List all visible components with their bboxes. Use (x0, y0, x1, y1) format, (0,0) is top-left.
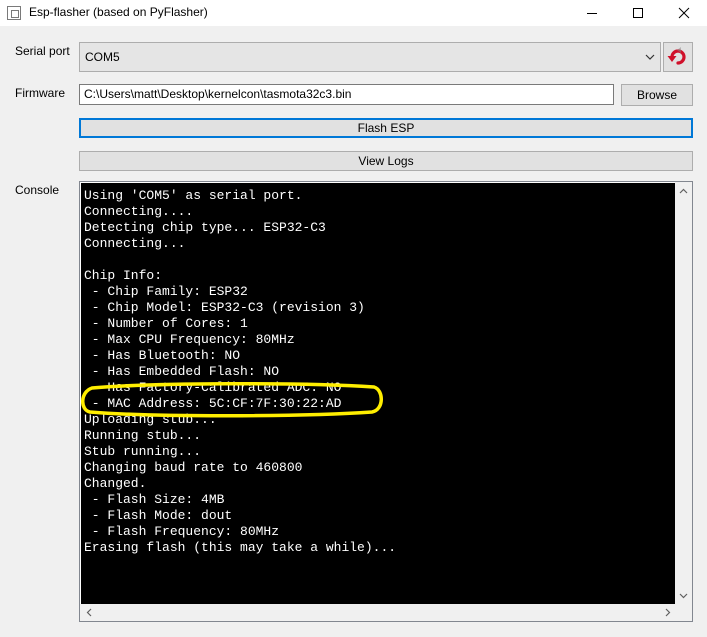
console-label: Console (15, 183, 60, 197)
console-line: - Has Embedded Flash: NO (84, 364, 280, 379)
chevron-left-icon (86, 608, 91, 617)
scroll-right-button[interactable] (659, 604, 676, 621)
scroll-left-button[interactable] (80, 604, 97, 621)
console-line: Running stub... (84, 428, 202, 443)
horizontal-scrollbar[interactable] (80, 604, 676, 621)
serial-port-select[interactable]: COM5 (79, 42, 661, 72)
chevron-down-icon (645, 54, 655, 60)
flash-esp-button[interactable]: Flash ESP (79, 118, 693, 138)
browse-button[interactable]: Browse (621, 84, 693, 106)
chevron-right-icon (665, 608, 670, 617)
console-line: - Max CPU Frequency: 80MHz (84, 332, 295, 347)
scrollbar-corner (675, 604, 692, 621)
chevron-down-icon (679, 593, 688, 598)
console-line: Connecting... (84, 236, 186, 251)
console-line: - Flash Mode: dout (84, 508, 233, 523)
reload-ports-button[interactable] (663, 42, 693, 72)
console-line: Detecting chip type... ESP32-C3 (84, 220, 326, 235)
console-line: - Chip Family: ESP32 (84, 284, 248, 299)
serial-port-label: Serial port (15, 44, 70, 58)
firmware-path-field[interactable]: C:\Users\matt\Desktop\kernelcon\tasmota3… (79, 84, 614, 105)
console-line: - Number of Cores: 1 (84, 316, 248, 331)
console-lines: Using 'COM5' as serial port. Connecting..… (84, 188, 396, 556)
console-line: - Chip Model: ESP32-C3 (revision 3) (84, 300, 365, 315)
app-icon (7, 6, 21, 20)
close-button[interactable] (661, 0, 707, 26)
console-line: - MAC Address: 5C:CF:7F:30:22:AD (84, 396, 342, 411)
view-logs-button[interactable]: View Logs (79, 151, 693, 171)
minimize-icon (587, 13, 597, 14)
console-line: - Flash Size: 4MB (84, 492, 225, 507)
console-line: Erasing flash (this may take a while)... (84, 540, 397, 555)
console-line: Connecting.... (84, 204, 194, 219)
serial-port-value: COM5 (85, 50, 120, 64)
maximize-button[interactable] (615, 0, 661, 26)
console-line: Stub running... (84, 444, 202, 459)
console-line: Using 'COM5' as serial port. (84, 188, 303, 203)
console-line: - Flash Frequency: 80MHz (84, 524, 280, 539)
firmware-label: Firmware (15, 86, 65, 100)
reload-icon (667, 47, 686, 65)
console-line: Changing baud rate to 460800 (84, 460, 303, 475)
console-output[interactable]: Using 'COM5' as serial port. Connecting..… (79, 181, 693, 622)
console-line: Chip Info: (84, 268, 163, 283)
close-icon (678, 7, 690, 19)
console-screen: Using 'COM5' as serial port. Connecting..… (81, 183, 676, 604)
window-title: Esp-flasher (based on PyFlasher) (29, 5, 208, 19)
maximize-icon (633, 8, 643, 18)
console-line: Changed. (84, 476, 147, 491)
scroll-up-button[interactable] (675, 182, 692, 199)
title-bar: Esp-flasher (based on PyFlasher) (0, 0, 707, 26)
scroll-down-button[interactable] (675, 587, 692, 604)
console-line: - Has Bluetooth: NO (84, 348, 241, 363)
chevron-up-icon (679, 188, 688, 193)
vertical-scrollbar[interactable] (675, 182, 692, 604)
console-line: - Has Factory-Calibrated ADC: NO (84, 380, 342, 395)
minimize-button[interactable] (569, 0, 615, 26)
console-line: Uploading stub... (84, 412, 217, 427)
